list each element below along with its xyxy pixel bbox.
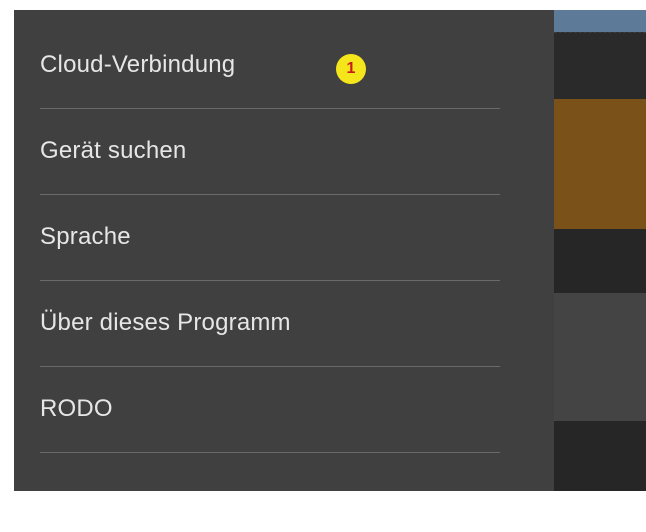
background-card <box>554 99 646 229</box>
menu-item-about[interactable]: Über dieses Programm <box>40 281 500 367</box>
menu-item-cloud-connection[interactable]: Cloud-Verbindung 1 <box>40 23 500 109</box>
menu-item-label: Cloud-Verbindung <box>40 51 236 78</box>
menu-item-label: RODO <box>40 395 113 422</box>
navigation-drawer: Cloud-Verbindung 1 Gerät suchen Sprache … <box>14 10 554 491</box>
background-row <box>554 32 646 100</box>
background-row <box>554 229 646 293</box>
background-header <box>554 10 646 32</box>
menu-item-label: Sprache <box>40 223 131 250</box>
app-screen: Cloud-Verbindung 1 Gerät suchen Sprache … <box>14 10 646 491</box>
menu-item-language[interactable]: Sprache <box>40 195 500 281</box>
background-footer <box>554 421 646 491</box>
drawer-menu: Cloud-Verbindung 1 Gerät suchen Sprache … <box>40 23 500 453</box>
menu-item-rodo[interactable]: RODO <box>40 367 500 453</box>
background-panel <box>554 293 646 421</box>
notification-badge: 1 <box>336 54 366 84</box>
menu-item-find-device[interactable]: Gerät suchen <box>40 109 500 195</box>
menu-item-label: Über dieses Programm <box>40 309 291 336</box>
menu-item-label: Gerät suchen <box>40 137 187 164</box>
